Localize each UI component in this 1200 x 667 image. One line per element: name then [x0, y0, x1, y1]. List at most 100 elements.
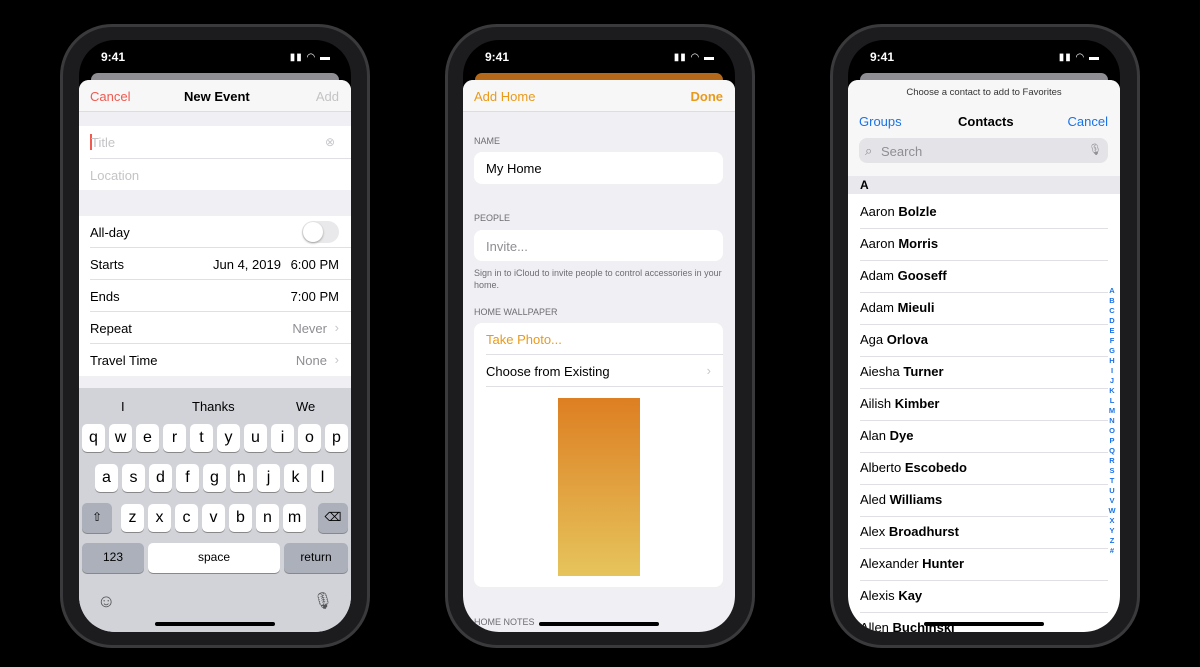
take-photo-button[interactable]: Take Photo...: [486, 332, 562, 347]
emoji-icon[interactable]: ☺: [97, 591, 115, 612]
location-input[interactable]: Location: [90, 168, 139, 183]
key-i[interactable]: i: [271, 424, 294, 452]
key-k[interactable]: k: [284, 464, 307, 492]
contact-row[interactable]: Aaron Morris: [860, 236, 938, 251]
section-index[interactable]: A B C D E F G H I J K L M N O P Q R S T U V W X Y Z #: [1107, 286, 1117, 556]
space-key[interactable]: space: [148, 543, 280, 573]
groups-button[interactable]: Groups: [859, 114, 902, 129]
name-input[interactable]: My Home: [486, 161, 542, 176]
key-l[interactable]: l: [311, 464, 334, 492]
contact-row[interactable]: Adam Gooseff: [860, 268, 947, 283]
index-letter[interactable]: X: [1107, 516, 1117, 526]
index-letter[interactable]: A: [1107, 286, 1117, 296]
index-letter[interactable]: O: [1107, 426, 1117, 436]
index-letter[interactable]: R: [1107, 456, 1117, 466]
index-letter[interactable]: M: [1107, 406, 1117, 416]
index-letter[interactable]: H: [1107, 356, 1117, 366]
contact-row[interactable]: Aga Orlova: [860, 332, 928, 347]
index-letter[interactable]: C: [1107, 306, 1117, 316]
index-letter[interactable]: K: [1107, 386, 1117, 396]
contact-row[interactable]: Alex Broadhurst: [860, 524, 959, 539]
contact-row[interactable]: Aled Williams: [860, 492, 942, 507]
cancel-button[interactable]: Cancel: [1068, 114, 1108, 129]
contact-row[interactable]: Alberto Escobedo: [860, 460, 967, 475]
index-letter[interactable]: #: [1107, 546, 1117, 556]
key-f[interactable]: f: [176, 464, 199, 492]
ends-time[interactable]: 7:00 PM: [291, 289, 339, 304]
key-h[interactable]: h: [230, 464, 253, 492]
index-letter[interactable]: E: [1107, 326, 1117, 336]
microphone-icon[interactable]: 🎙: [313, 591, 333, 611]
key-g[interactable]: g: [203, 464, 226, 492]
index-letter[interactable]: D: [1107, 316, 1117, 326]
starts-date[interactable]: Jun 4, 2019: [213, 257, 281, 272]
repeat-value[interactable]: Never: [292, 321, 327, 336]
wallpaper-preview[interactable]: [558, 398, 640, 576]
contact-row[interactable]: Aaron Bolzle: [860, 204, 937, 219]
key-d[interactable]: d: [149, 464, 172, 492]
key-v[interactable]: v: [202, 504, 225, 532]
travel-time-label[interactable]: Travel Time: [90, 353, 157, 368]
key-y[interactable]: y: [217, 424, 240, 452]
contact-row[interactable]: Ailish Kimber: [860, 396, 940, 411]
key-j[interactable]: j: [257, 464, 280, 492]
contact-row[interactable]: Adam Mieuli: [860, 300, 934, 315]
microphone-icon[interactable]: 🎙: [1088, 143, 1102, 156]
clear-icon[interactable]: ⊗: [325, 135, 335, 149]
key-x[interactable]: x: [148, 504, 171, 532]
contact-row[interactable]: Alan Dye: [860, 428, 914, 443]
key-a[interactable]: a: [95, 464, 118, 492]
invite-input[interactable]: Invite...: [486, 239, 528, 254]
index-letter[interactable]: B: [1107, 296, 1117, 306]
chevron-right-icon: ›: [334, 320, 339, 335]
cancel-button[interactable]: Cancel: [90, 89, 130, 104]
key-t[interactable]: t: [190, 424, 213, 452]
key-n[interactable]: n: [256, 504, 279, 532]
index-letter[interactable]: S: [1107, 466, 1117, 476]
starts-time[interactable]: 6:00 PM: [291, 257, 339, 272]
key-w[interactable]: w: [109, 424, 132, 452]
suggestion[interactable]: I: [121, 399, 125, 414]
travel-time-value[interactable]: None: [296, 353, 327, 368]
contact-row[interactable]: Alexis Kay: [860, 588, 922, 603]
index-letter[interactable]: I: [1107, 366, 1117, 376]
index-letter[interactable]: V: [1107, 496, 1117, 506]
index-letter[interactable]: L: [1107, 396, 1117, 406]
shift-key[interactable]: ⇧: [82, 503, 112, 533]
add-button[interactable]: Add: [316, 89, 339, 104]
suggestion[interactable]: Thanks: [192, 399, 235, 414]
index-letter[interactable]: J: [1107, 376, 1117, 386]
index-letter[interactable]: N: [1107, 416, 1117, 426]
allday-toggle[interactable]: [302, 221, 339, 243]
key-s[interactable]: s: [122, 464, 145, 492]
key-q[interactable]: q: [82, 424, 105, 452]
key-p[interactable]: p: [325, 424, 348, 452]
index-letter[interactable]: W: [1107, 506, 1117, 516]
index-letter[interactable]: T: [1107, 476, 1117, 486]
index-letter[interactable]: Y: [1107, 526, 1117, 536]
key-z[interactable]: z: [121, 504, 144, 532]
key-b[interactable]: b: [229, 504, 252, 532]
title-input[interactable]: Title: [91, 135, 115, 150]
index-letter[interactable]: G: [1107, 346, 1117, 356]
numbers-key[interactable]: 123: [82, 543, 144, 573]
index-letter[interactable]: F: [1107, 336, 1117, 346]
key-e[interactable]: e: [136, 424, 159, 452]
repeat-label[interactable]: Repeat: [90, 321, 132, 336]
return-key[interactable]: return: [284, 543, 348, 573]
contact-row[interactable]: Alexander Hunter: [860, 556, 964, 571]
key-r[interactable]: r: [163, 424, 186, 452]
suggestion[interactable]: We: [296, 399, 315, 414]
index-letter[interactable]: U: [1107, 486, 1117, 496]
key-o[interactable]: o: [298, 424, 321, 452]
index-letter[interactable]: Q: [1107, 446, 1117, 456]
done-button[interactable]: Done: [691, 89, 724, 104]
contact-row[interactable]: Aiesha Turner: [860, 364, 944, 379]
key-m[interactable]: m: [283, 504, 306, 532]
index-letter[interactable]: Z: [1107, 536, 1117, 546]
index-letter[interactable]: P: [1107, 436, 1117, 446]
delete-key[interactable]: ⌫: [318, 503, 348, 533]
key-u[interactable]: u: [244, 424, 267, 452]
key-c[interactable]: c: [175, 504, 198, 532]
choose-existing-button[interactable]: Choose from Existing: [486, 364, 610, 379]
